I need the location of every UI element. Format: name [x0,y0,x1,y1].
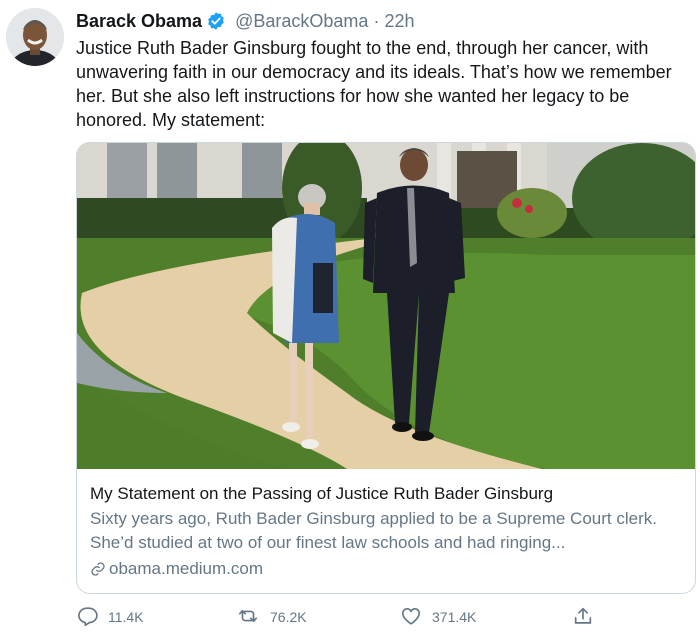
tweet: Barack Obama @BarackObama · 22h Justice … [0,0,700,635]
reply-icon [76,605,108,630]
tweet-text: Justice Ruth Bader Ginsburg fought to th… [76,38,672,130]
retweet-icon [236,605,270,630]
retweet-button[interactable]: 76.2K [236,604,307,630]
like-icon [400,605,432,630]
timestamp[interactable]: 22h [384,11,414,31]
card-link: obama.medium.com [90,557,682,581]
handle[interactable]: @BarackObama [235,11,368,31]
like-button[interactable]: 371.4K [400,604,476,630]
tweet-header: Barack Obama @BarackObama · 22h [76,10,415,36]
display-name[interactable]: Barack Obama [76,11,202,31]
retweet-count: 76.2K [270,609,307,625]
verified-badge-icon [206,11,226,36]
card-link-text: obama.medium.com [109,559,264,578]
separator: · [373,11,380,31]
tweet-actions: 11.4K 76.2K 371.4K [76,604,616,630]
share-button[interactable] [572,604,604,630]
share-icon [572,605,604,630]
card-body: My Statement on the Passing of Justice R… [77,469,695,581]
card-image [77,143,695,469]
card-title: My Statement on the Passing of Justice R… [90,484,554,503]
reply-count: 11.4K [108,609,144,625]
link-card[interactable]: My Statement on the Passing of Justice R… [76,142,696,594]
link-icon [90,559,109,578]
avatar[interactable] [6,8,64,66]
avatar-image [6,8,64,66]
card-description: Sixty years ago, Ruth Bader Ginsburg app… [90,509,657,552]
like-count: 371.4K [432,609,477,625]
reply-button[interactable]: 11.4K [76,604,144,630]
